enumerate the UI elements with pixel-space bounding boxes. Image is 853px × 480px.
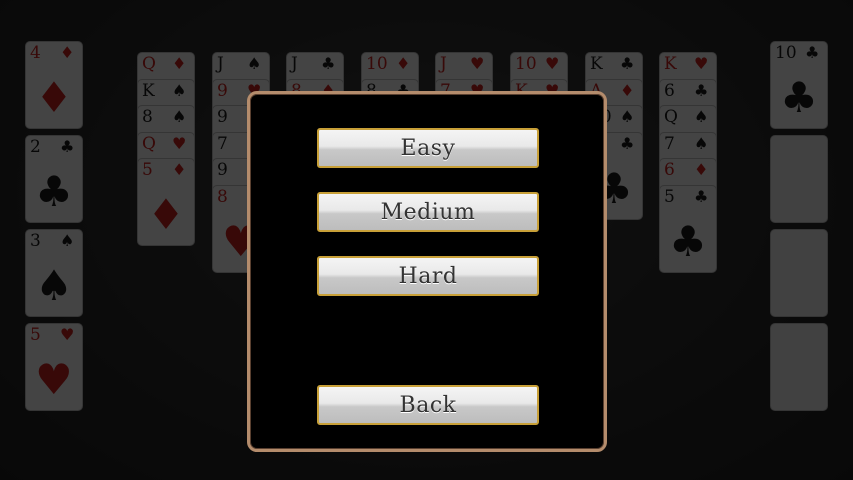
back-button[interactable]: Back	[317, 385, 539, 425]
hard-button[interactable]: Hard	[317, 256, 539, 296]
easy-button[interactable]: Easy	[317, 128, 539, 168]
difficulty-dialog: Easy Medium Hard Back	[247, 91, 607, 452]
medium-button[interactable]: Medium	[317, 192, 539, 232]
